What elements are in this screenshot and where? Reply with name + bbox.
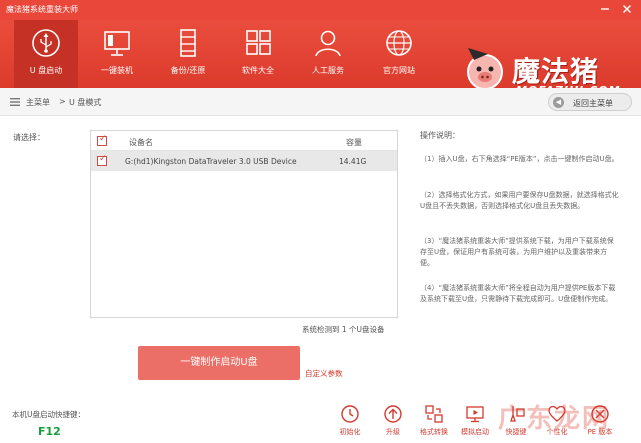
nav-backup-restore[interactable]: 备份/还原 [156, 20, 220, 88]
pig-logo-icon [460, 44, 510, 94]
table-header: 设备名 容量 [91, 131, 397, 151]
globe-icon [383, 28, 415, 58]
usb-icon [30, 28, 62, 58]
tool-label: PE 版本 [587, 428, 613, 436]
tool-label: 格式转换 [420, 428, 448, 436]
tool-initialize[interactable]: 初始化 [330, 404, 370, 442]
nav-support[interactable]: 人工服务 [296, 20, 360, 88]
personalize-icon [547, 404, 567, 424]
tool-label: 模拟启动 [461, 428, 489, 436]
nav-website[interactable]: 官方网站 [367, 20, 431, 88]
close-icon[interactable] [620, 2, 634, 16]
nav-label: 备份/还原 [170, 66, 206, 75]
select-all-checkbox[interactable] [97, 134, 107, 146]
tool-personalize[interactable]: 个性化 [537, 404, 577, 442]
nav-label: 一键装机 [101, 66, 133, 75]
custom-params-link[interactable]: 自定义参数 [305, 368, 343, 379]
breadcrumb-separator: > [59, 97, 66, 106]
user-icon [312, 28, 344, 58]
tool-format-convert[interactable]: 格式转换 [414, 404, 454, 442]
simulate-icon [465, 404, 485, 424]
nav-label: U 盘启动 [29, 66, 63, 75]
instruction-step: （2）选择格式化方式，如果用户要保存U盘数据，就选择格式化U盘且不丢失数据，否则… [420, 191, 619, 210]
device-capacity: 14.41G [339, 157, 367, 166]
tool-pe-version[interactable]: PE 版本 [580, 404, 620, 442]
pe-version-icon [590, 404, 610, 424]
apps-icon [242, 28, 274, 58]
window-title: 魔法猪系统重装大师 [6, 5, 78, 14]
convert-icon [424, 404, 444, 424]
title-bar: 魔法猪系统重装大师 [0, 0, 641, 20]
device-count-text: 系统检测到 1 个U盘设备 [302, 325, 385, 334]
row-checkbox[interactable] [97, 154, 107, 166]
shortcut-key-icon [506, 404, 526, 424]
shortcut-label: 本机U盘启动快捷键： [12, 410, 85, 419]
back-arrow-icon: ◀ [553, 97, 564, 108]
nav-usb-boot[interactable]: U 盘启动 [14, 20, 78, 88]
device-name: G:(hd1)Kingston DataTraveler 3.0 USB Dev… [125, 157, 297, 166]
column-header-capacity: 容量 [346, 138, 362, 147]
nav-label: 官方网站 [383, 66, 415, 75]
device-table: 设备名 容量 G:(hd1)Kingston DataTraveler 3.0 … [90, 130, 398, 318]
instruction-step: （1）插入U盘，右下角选择“PE版本”，点击一键制作启动U盘。 [420, 155, 619, 163]
tool-shortcut-key[interactable]: 快捷键 [496, 404, 536, 442]
tool-label: 个性化 [546, 428, 568, 436]
monitor-icon [101, 28, 133, 58]
tool-label: 升级 [386, 428, 400, 436]
tool-upgrade[interactable]: 升级 [373, 404, 413, 442]
instruction-step: （4）“魔法猪系统重装大师”将全程自动为用户提供PE版本下载及系统下载至U盘，只… [420, 284, 616, 303]
instructions-title: 操作说明： [420, 131, 460, 140]
make-boot-usb-button[interactable]: 一键制作启动U盘 [138, 346, 300, 380]
backup-icon [172, 28, 204, 58]
shortcut-key-value: F12 [38, 425, 61, 438]
upgrade-icon [383, 404, 403, 424]
instruction-step: （3）“魔法猪系统重装大师”提供系统下载，为用户下载系统保存至U盘，保证用户有系… [420, 237, 614, 267]
breadcrumb-home[interactable]: 主菜单 [26, 97, 50, 108]
nav-label: 软件大全 [242, 66, 274, 75]
main-nav: U 盘启动 一键装机 备份/还原 软件大全 人工服务 官方网站 魔法猪 [0, 20, 641, 97]
reset-icon [340, 404, 360, 424]
breadcrumb-current: U 盘模式 [69, 98, 102, 107]
back-to-main-button[interactable]: ◀ 返回主菜单 [548, 93, 632, 111]
nav-software[interactable]: 软件大全 [226, 20, 290, 88]
nav-one-click-install[interactable]: 一键装机 [85, 20, 149, 88]
minimize-icon[interactable] [598, 2, 612, 16]
breadcrumb: 主菜单 > U 盘模式 ◀ 返回主菜单 [0, 88, 641, 116]
tool-label: 初始化 [339, 428, 361, 436]
menu-list-icon [10, 97, 20, 107]
select-label: 请选择： [13, 133, 45, 142]
table-row[interactable]: G:(hd1)Kingston DataTraveler 3.0 USB Dev… [91, 151, 397, 171]
back-button-label: 返回主菜单 [573, 99, 613, 108]
tool-label: 快捷键 [505, 428, 527, 436]
tool-simulate-boot[interactable]: 模拟启动 [455, 404, 495, 442]
column-header-device: 设备名 [129, 138, 153, 147]
nav-label: 人工服务 [312, 66, 344, 75]
